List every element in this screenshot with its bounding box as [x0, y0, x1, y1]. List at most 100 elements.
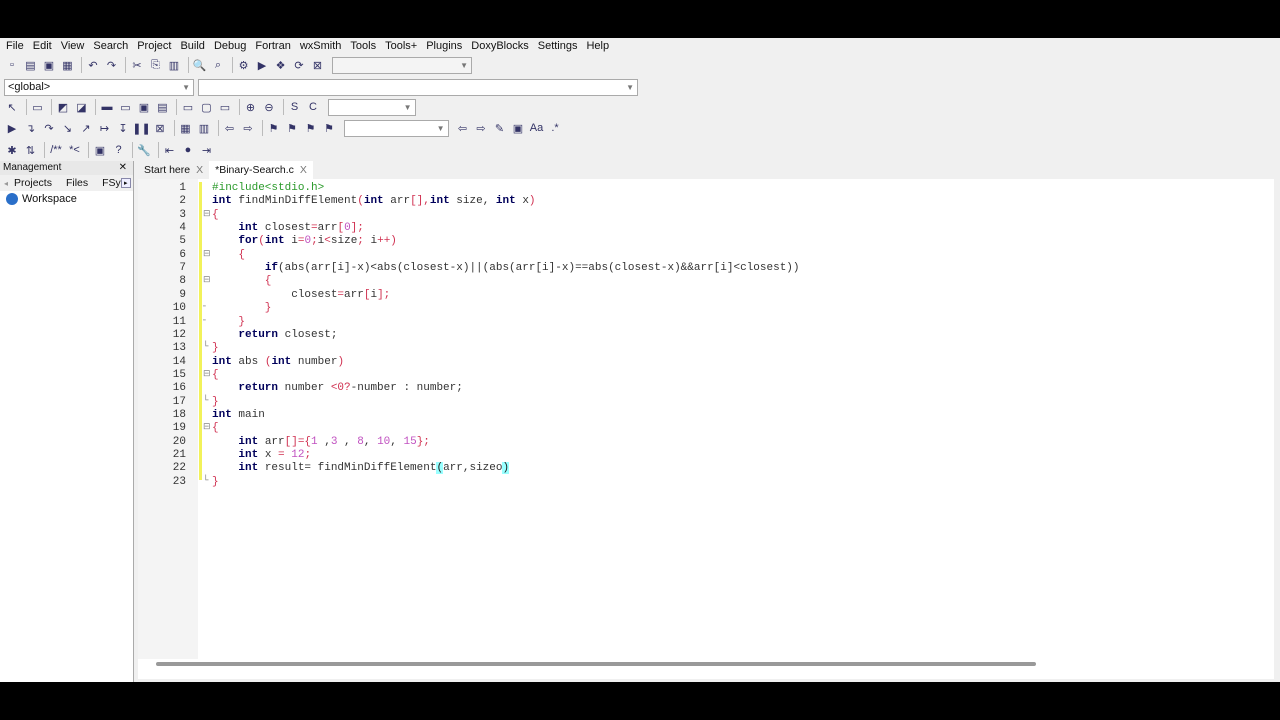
fold-marker-icon[interactable]: └ — [203, 476, 208, 486]
prev-icon[interactable]: ⇦ — [455, 120, 471, 136]
jump-home-icon[interactable]: ● — [180, 142, 196, 158]
search-combo[interactable]: ▼ — [343, 119, 449, 137]
save-icon[interactable]: ▣ — [41, 57, 57, 73]
fold-marker-icon[interactable]: └ — [203, 342, 208, 352]
panel3-icon[interactable]: ▣ — [136, 99, 152, 115]
scroll-right-icon[interactable]: ▸ — [120, 178, 131, 188]
abort-icon[interactable]: ⊠ — [310, 57, 326, 73]
menu-edit[interactable]: Edit — [33, 38, 52, 54]
menu-search[interactable]: Search — [93, 38, 128, 54]
box3-icon[interactable]: ▭ — [217, 99, 233, 115]
tab-files[interactable]: Files — [66, 177, 88, 189]
code-editor[interactable]: 1 2 3 4 5 6 7 8 9 10 11 12 13 14 15 16 17 18 19 20 21 22 23 #i… — [138, 179, 1274, 679]
step-instruction-icon[interactable]: ↧ — [115, 120, 131, 136]
replace-icon[interactable]: ⌕ — [210, 57, 226, 73]
step-into-icon[interactable]: ↘ — [60, 120, 76, 136]
open-icon[interactable]: ▤ — [23, 57, 39, 73]
jump-fwd-icon[interactable]: ⇥ — [199, 142, 215, 158]
menu-tools[interactable]: Tools — [350, 38, 376, 54]
panel1-icon[interactable]: ▬ — [99, 99, 115, 115]
run-to-cursor-icon[interactable]: ↴ — [23, 120, 39, 136]
bookmark-toggle-icon[interactable]: ⚑ — [266, 120, 282, 136]
debug-run-icon[interactable]: ▶ — [4, 120, 20, 136]
comment-line-icon[interactable]: *< — [67, 142, 83, 158]
build-run-icon[interactable]: ❖ — [273, 57, 289, 73]
fold-marker-icon[interactable]: ╴ — [203, 316, 208, 326]
zoom-out-icon[interactable]: ⊖ — [261, 99, 277, 115]
forward-icon[interactable]: ⇨ — [240, 120, 256, 136]
c-icon[interactable]: C — [305, 99, 321, 115]
tab-fsymbols[interactable]: FSy — [102, 177, 121, 189]
undo-icon[interactable]: ↶ — [85, 57, 101, 73]
panel2-icon[interactable]: ▭ — [118, 99, 134, 115]
stop-icon[interactable]: ⊠ — [152, 120, 168, 136]
pause-icon[interactable]: ❚❚ — [132, 120, 150, 136]
selected-icon[interactable]: ▣ — [510, 120, 526, 136]
pointer-icon[interactable]: ↖ — [4, 99, 20, 115]
menu-settings[interactable]: Settings — [538, 38, 578, 54]
copy-icon[interactable]: ⎘ — [148, 57, 164, 73]
scope-combo[interactable]: <global> ▼ — [4, 78, 194, 96]
fold-marker-icon[interactable]: ╴ — [203, 302, 208, 312]
zoom-in-icon[interactable]: ⊕ — [243, 99, 259, 115]
fold-marker-icon[interactable]: ⊟ — [203, 209, 211, 219]
next-line-icon[interactable]: ↷ — [41, 120, 57, 136]
box1-icon[interactable]: ▭ — [180, 99, 196, 115]
paste-icon[interactable]: ▥ — [166, 57, 182, 73]
menu-fortran[interactable]: Fortran — [255, 38, 290, 54]
comment-block-icon[interactable]: /** — [48, 142, 64, 158]
tab-binary-search[interactable]: *Binary-Search.c X — [209, 161, 313, 179]
panel4-icon[interactable]: ▤ — [155, 99, 171, 115]
doxy1-icon[interactable]: ✱ — [4, 142, 20, 158]
menu-debug[interactable]: Debug — [214, 38, 246, 54]
find-icon[interactable]: 🔍 — [192, 57, 208, 73]
menu-tools[interactable]: Tools+ — [385, 38, 417, 54]
run-icon[interactable]: ▶ — [254, 57, 270, 73]
info-icon[interactable]: ▥ — [196, 120, 212, 136]
cut-icon[interactable]: ✂ — [129, 57, 145, 73]
wxsmith-combo[interactable]: ▼ — [327, 98, 416, 116]
menu-plugins[interactable]: Plugins — [426, 38, 462, 54]
highlight-icon[interactable]: ✎ — [492, 120, 508, 136]
fold-marker-icon[interactable]: ⊟ — [203, 249, 211, 259]
tab-start-here[interactable]: Start here X — [138, 161, 209, 179]
menu-wxsmith[interactable]: wxSmith — [300, 38, 342, 54]
build-icon[interactable]: ⚙ — [236, 57, 252, 73]
bookmark-clear-icon[interactable]: ⚑ — [321, 120, 337, 136]
next-icon[interactable]: ⇨ — [473, 120, 489, 136]
bookmark-prev-icon[interactable]: ⚑ — [284, 120, 300, 136]
config-icon[interactable]: 🔧 — [136, 142, 152, 158]
next-instruction-icon[interactable]: ↦ — [97, 120, 113, 136]
menu-doxyblocks[interactable]: DoxyBlocks — [471, 38, 528, 54]
chm-icon[interactable]: ? — [111, 142, 127, 158]
jump-back-icon[interactable]: ⇤ — [162, 142, 178, 158]
step-out-icon[interactable]: ↗ — [78, 120, 94, 136]
widget1-icon[interactable]: ◩ — [55, 99, 71, 115]
match-case-icon[interactable]: Aa — [529, 120, 545, 136]
menu-build[interactable]: Build — [180, 38, 204, 54]
menu-view[interactable]: View — [61, 38, 85, 54]
scroll-left-icon[interactable]: ◂ — [4, 179, 8, 188]
box2-icon[interactable]: ▢ — [199, 99, 215, 115]
doxy2-icon[interactable]: ⇅ — [23, 142, 39, 158]
back-icon[interactable]: ⇦ — [222, 120, 238, 136]
build-target-combo[interactable]: ▼ — [332, 56, 472, 74]
widget2-icon[interactable]: ◪ — [74, 99, 90, 115]
tab-projects[interactable]: Projects — [14, 177, 52, 189]
close-icon[interactable]: X — [300, 161, 307, 179]
rebuild-icon[interactable]: ⟳ — [291, 57, 307, 73]
workspace-tree-item[interactable]: Workspace — [0, 191, 133, 207]
horizontal-scrollbar[interactable] — [156, 662, 1036, 666]
save-all-icon[interactable]: ▦ — [60, 57, 76, 73]
menu-file[interactable]: File — [6, 38, 24, 54]
close-icon[interactable]: ✕ — [119, 161, 127, 175]
new-file-icon[interactable]: ▫ — [4, 57, 20, 73]
menu-help[interactable]: Help — [586, 38, 609, 54]
s-icon[interactable]: S — [287, 99, 303, 115]
close-icon[interactable]: X — [196, 161, 203, 179]
regex-icon[interactable]: .* — [547, 120, 563, 136]
html-icon[interactable]: ▣ — [92, 142, 108, 158]
bookmark-next-icon[interactable]: ⚑ — [303, 120, 319, 136]
debug-windows-icon[interactable]: ▦ — [178, 120, 194, 136]
fold-marker-icon[interactable]: ⊟ — [203, 369, 211, 379]
